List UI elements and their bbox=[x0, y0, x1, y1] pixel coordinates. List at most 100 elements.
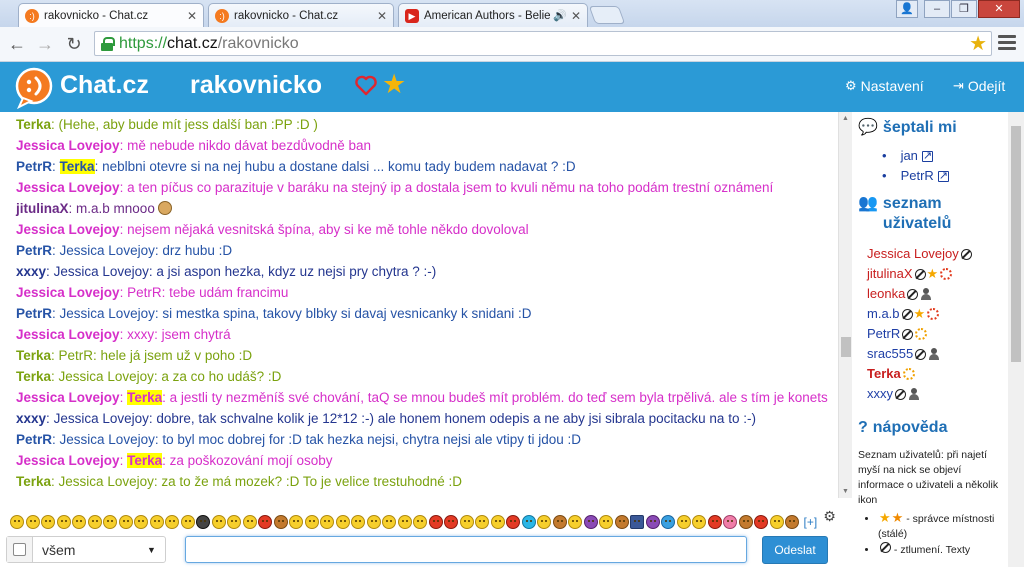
emoticon-icon[interactable] bbox=[25, 515, 40, 529]
emoticon-icon[interactable] bbox=[227, 515, 241, 529]
emoticon-icon[interactable] bbox=[769, 515, 784, 529]
message-nick[interactable]: Terka bbox=[16, 117, 51, 132]
emoticon-icon[interactable] bbox=[428, 515, 443, 529]
emoticon-icon[interactable] bbox=[490, 515, 505, 529]
emoticon-icon[interactable] bbox=[692, 515, 706, 529]
gear-icon[interactable]: ⚙ bbox=[823, 508, 836, 525]
emoticon-icon[interactable] bbox=[521, 515, 536, 529]
user-nick[interactable]: PetrR bbox=[867, 324, 900, 344]
user-item[interactable]: srac555 bbox=[867, 344, 1008, 364]
emoticon-icon[interactable] bbox=[785, 515, 799, 529]
emoticon-icon[interactable] bbox=[583, 515, 598, 529]
message-scrollbar[interactable]: ▲ ▼ bbox=[838, 112, 852, 498]
emoticon-icon[interactable] bbox=[366, 515, 381, 529]
emoticon-icon[interactable] bbox=[413, 515, 427, 529]
message-nick[interactable]: Jessica Lovejoy bbox=[16, 327, 120, 342]
emoticon-icon[interactable] bbox=[56, 515, 71, 529]
whisper-item[interactable]: PetrR↗ bbox=[882, 166, 1008, 186]
emoticon-icon[interactable] bbox=[475, 515, 489, 529]
whisper-nick[interactable]: PetrR bbox=[901, 166, 934, 186]
message-nick[interactable]: Jessica Lovejoy bbox=[16, 390, 120, 405]
chat-logo-icon[interactable] bbox=[14, 67, 56, 109]
browser-tab-2[interactable]: :) rakovnicko - Chat.cz ✕ bbox=[208, 3, 394, 27]
settings-link[interactable]: ⚙ Nastavení bbox=[845, 78, 924, 94]
emoticon-icon[interactable] bbox=[599, 515, 613, 529]
browser-tab-3[interactable]: ▶ American Authors - Believ 🔊 ✕ bbox=[398, 3, 588, 27]
mention-highlight[interactable]: Terka bbox=[127, 453, 163, 468]
scroll-down-icon[interactable]: ▼ bbox=[842, 488, 849, 495]
close-window-button[interactable]: ✕ bbox=[978, 0, 1020, 18]
user-item[interactable]: Terka bbox=[867, 364, 1008, 384]
forward-arrow-icon[interactable]: → bbox=[34, 34, 56, 54]
emoticon-icon[interactable] bbox=[707, 515, 722, 529]
message-nick[interactable]: Jessica Lovejoy bbox=[16, 453, 120, 468]
emoticon-icon[interactable] bbox=[134, 515, 148, 529]
emoticon-icon[interactable] bbox=[72, 515, 86, 529]
user-item[interactable]: leonka bbox=[867, 284, 1008, 304]
user-item[interactable]: jitulinaX ★ bbox=[867, 264, 1008, 284]
emoticon-icon[interactable] bbox=[149, 515, 164, 529]
message-nick[interactable]: Jessica Lovejoy bbox=[16, 138, 120, 153]
emoticon-icon[interactable] bbox=[676, 515, 691, 529]
emoticon-icon[interactable] bbox=[568, 515, 582, 529]
close-tab-icon[interactable]: ✕ bbox=[187, 9, 197, 23]
message-nick[interactable]: Terka bbox=[16, 369, 51, 384]
message-nick[interactable]: Jessica Lovejoy bbox=[16, 180, 120, 195]
maximize-button[interactable]: ❐ bbox=[951, 0, 977, 18]
emoticon-icon[interactable] bbox=[258, 515, 272, 529]
user-nick[interactable]: srac555 bbox=[867, 344, 913, 364]
user-nick[interactable]: Terka bbox=[867, 364, 901, 384]
emoticon-icon[interactable] bbox=[614, 515, 629, 529]
emoticon-icon[interactable] bbox=[661, 515, 675, 529]
reload-icon[interactable]: ↻ bbox=[63, 34, 85, 54]
message-nick[interactable]: PetrR bbox=[16, 159, 52, 174]
message-nick[interactable]: xxxy bbox=[16, 264, 46, 279]
favorite-star-icon[interactable]: ★ bbox=[382, 69, 406, 100]
emoticon-icon[interactable] bbox=[754, 515, 768, 529]
emoticon-icon[interactable] bbox=[211, 515, 226, 529]
send-button[interactable]: Odeslat bbox=[762, 536, 828, 564]
sidebar-scrollbar[interactable] bbox=[1008, 112, 1024, 567]
scrollbar-thumb[interactable] bbox=[841, 337, 851, 357]
emoticon-icon[interactable] bbox=[397, 515, 412, 529]
brand-name[interactable]: Chat.cz bbox=[60, 71, 149, 100]
open-window-icon[interactable]: ↗ bbox=[921, 150, 933, 162]
emoticon-icon[interactable] bbox=[552, 515, 567, 529]
close-tab-icon[interactable]: ✕ bbox=[377, 9, 387, 23]
minimize-button[interactable]: – bbox=[924, 0, 950, 18]
emoticon-icon[interactable] bbox=[335, 515, 350, 529]
close-tab-icon[interactable]: ✕ bbox=[571, 9, 581, 23]
emoticon-icon[interactable] bbox=[196, 515, 210, 529]
user-nick[interactable]: m.a.b bbox=[867, 304, 900, 324]
emoticon-icon[interactable] bbox=[180, 515, 195, 529]
user-item[interactable]: PetrR bbox=[867, 324, 1008, 344]
recipient-select[interactable]: všem ▼ bbox=[6, 536, 166, 563]
open-window-icon[interactable]: ↗ bbox=[937, 170, 949, 182]
message-nick[interactable]: PetrR bbox=[16, 243, 52, 258]
user-nick[interactable]: xxxy bbox=[867, 384, 893, 404]
emoticon-icon[interactable] bbox=[289, 515, 303, 529]
emoticon-icon[interactable] bbox=[242, 515, 257, 529]
private-checkbox[interactable] bbox=[7, 537, 33, 562]
emoticon-icon[interactable] bbox=[630, 515, 644, 529]
user-nick[interactable]: leonka bbox=[867, 284, 905, 304]
emoticon-icon[interactable] bbox=[723, 515, 737, 529]
browser-tab-1[interactable]: :) rakovnicko - Chat.cz ✕ bbox=[18, 3, 204, 27]
emoticon-icon[interactable] bbox=[444, 515, 458, 529]
whisper-item[interactable]: jan↗ bbox=[882, 146, 1008, 166]
new-tab-button[interactable] bbox=[588, 6, 626, 24]
heart-icon[interactable] bbox=[354, 73, 378, 97]
address-bar[interactable]: https://chat.cz/rakovnicko ★ bbox=[94, 31, 992, 56]
emoticon-icon[interactable] bbox=[351, 515, 365, 529]
profile-icon[interactable]: 👤 bbox=[896, 0, 918, 18]
user-item[interactable]: xxxy bbox=[867, 384, 1008, 404]
mention-highlight[interactable]: Terka bbox=[59, 159, 95, 174]
message-nick[interactable]: Terka bbox=[16, 348, 51, 363]
emoticon-icon[interactable] bbox=[165, 515, 179, 529]
emoticon-icon[interactable] bbox=[459, 515, 474, 529]
emoticon-icon[interactable] bbox=[118, 515, 133, 529]
user-nick[interactable]: Jessica Lovejoy bbox=[867, 244, 959, 264]
message-nick[interactable]: Jessica Lovejoy bbox=[16, 285, 120, 300]
more-emoticons-button[interactable]: [+] bbox=[804, 515, 818, 529]
emoticon-icon[interactable] bbox=[87, 515, 102, 529]
